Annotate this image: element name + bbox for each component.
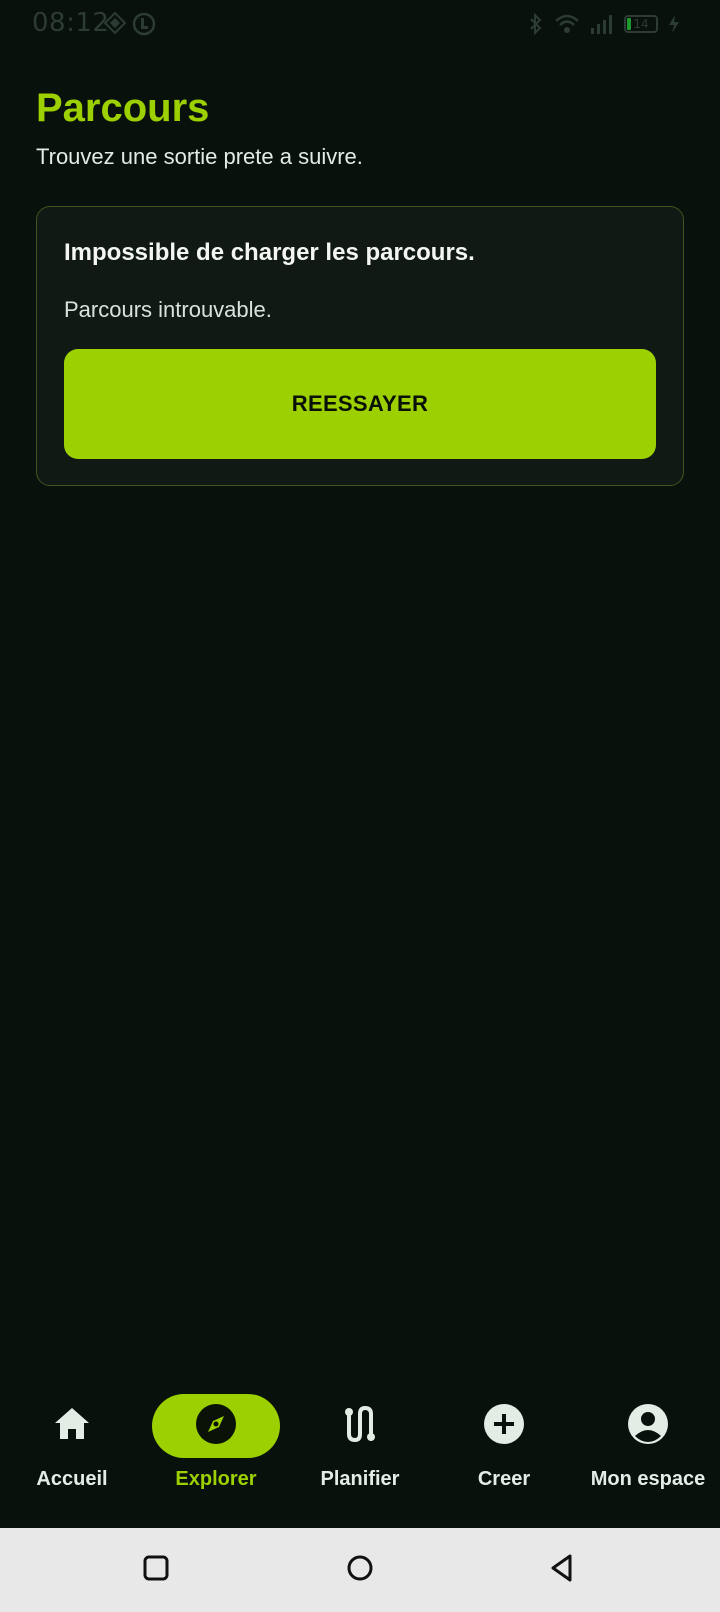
battery-fill	[627, 18, 631, 30]
error-message: Parcours introuvable.	[64, 297, 272, 322]
nav-label-mon-espace: Mon espace	[590, 1468, 706, 1490]
system-nav-bar	[0, 1528, 720, 1612]
nav-item-explorer[interactable]: Explorer	[144, 1394, 288, 1514]
recents-button[interactable]	[132, 1546, 180, 1594]
error-title: Impossible de charger les parcours.	[64, 239, 475, 266]
system-home-button[interactable]	[336, 1546, 384, 1594]
diamond-grid-icon	[104, 12, 126, 36]
back-button[interactable]	[538, 1546, 586, 1594]
route-icon	[340, 1404, 380, 1449]
nav-label-accueil: Accueil	[36, 1468, 108, 1490]
signal-icon	[590, 13, 614, 35]
nav-label-planifier: Planifier	[320, 1468, 400, 1490]
nav-icon-wrap	[296, 1394, 424, 1458]
home-icon	[52, 1404, 92, 1449]
nav-item-accueil[interactable]: Accueil	[0, 1394, 144, 1514]
back-triangle-icon	[548, 1553, 576, 1588]
error-card: Impossible de charger les parcours. Parc…	[36, 206, 684, 486]
account-circle-icon	[627, 1403, 669, 1450]
status-left-icons	[104, 12, 156, 36]
location-badge-icon	[132, 12, 156, 36]
nav-item-creer[interactable]: Creer	[432, 1394, 576, 1514]
nav-label-creer: Creer	[477, 1468, 531, 1490]
status-time: 08:12	[32, 8, 110, 38]
nav-label-explorer: Explorer	[175, 1468, 257, 1490]
add-circle-icon	[483, 1403, 525, 1450]
app-screen: 08:12 14 Parcours Trouvez une sortie pre…	[0, 0, 720, 1612]
retry-button[interactable]: REESSAYER	[64, 349, 656, 459]
status-right-icons: 14	[528, 12, 680, 36]
status-bar: 08:12 14	[0, 0, 720, 52]
page-subtitle: Trouvez une sortie prete a suivre.	[36, 144, 363, 169]
nav-icon-wrap-active	[152, 1394, 280, 1458]
recents-icon	[142, 1554, 170, 1587]
nav-icon-wrap	[584, 1394, 712, 1458]
compass-icon	[195, 1403, 237, 1450]
nav-icon-wrap	[440, 1394, 568, 1458]
battery-level: 14	[633, 17, 649, 31]
battery-icon: 14	[624, 15, 658, 33]
nav-item-planifier[interactable]: Planifier	[288, 1394, 432, 1514]
nav-icon-wrap	[8, 1394, 136, 1458]
bottom-nav: Accueil Explorer Planifier Creer Mon esp…	[0, 1380, 720, 1528]
nav-item-mon-espace[interactable]: Mon espace	[576, 1394, 720, 1514]
bluetooth-icon	[528, 12, 544, 36]
page-title: Parcours	[36, 86, 210, 130]
home-circle-icon	[345, 1553, 375, 1588]
wifi-icon	[554, 13, 580, 35]
charging-icon	[668, 14, 680, 34]
